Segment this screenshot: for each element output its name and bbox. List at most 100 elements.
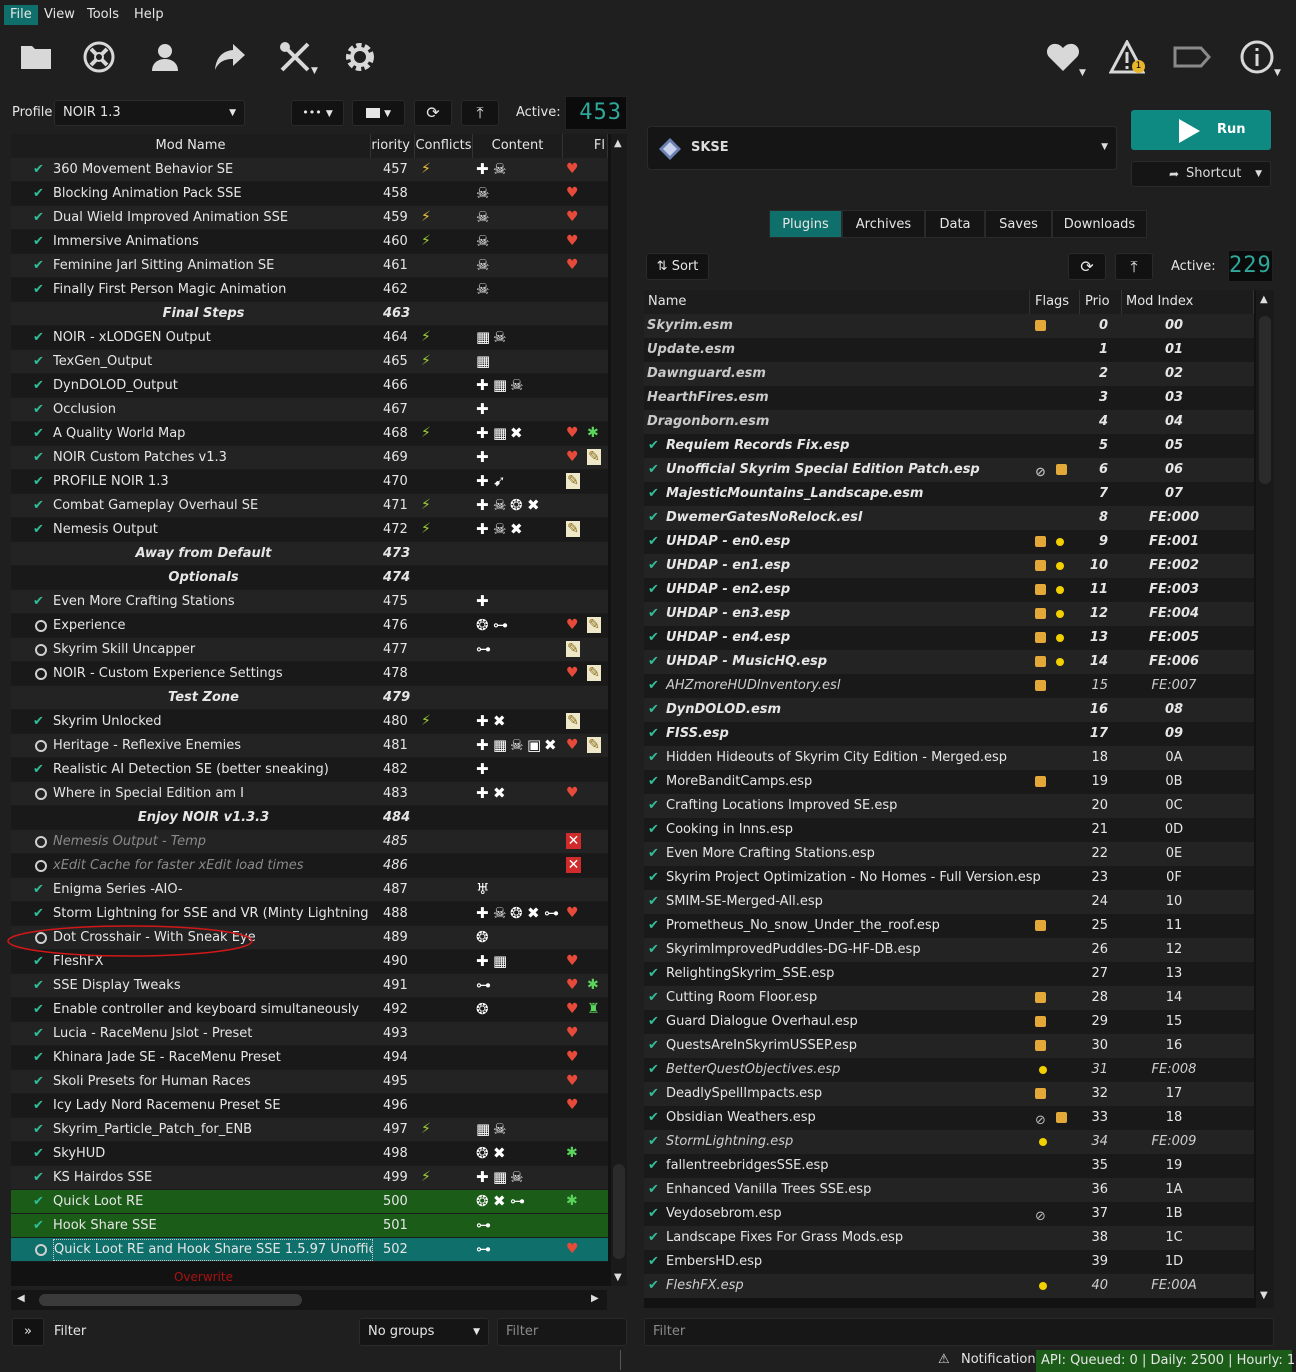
menu-help[interactable]: Help: [128, 5, 170, 25]
arrow-right-icon[interactable]: ▶: [591, 1293, 599, 1304]
separator-row[interactable]: Away from Default 473: [11, 542, 608, 566]
plugin-row[interactable]: ✔ Veydosebrom.esp ⊘ 37 1B: [644, 1202, 1254, 1226]
checkmark-icon[interactable]: ✔: [33, 350, 49, 374]
shortcut-button[interactable]: ➦ Shortcut ▼: [1131, 161, 1271, 187]
checkmark-icon[interactable]: ✔: [648, 986, 659, 1010]
plugin-list-scrollbar[interactable]: ▲ ▼: [1256, 290, 1274, 1308]
checkmark-icon[interactable]: ✔: [33, 974, 49, 998]
plugin-filter-input[interactable]: Filter: [644, 1318, 1274, 1346]
checkmark-icon[interactable]: ✔: [33, 230, 49, 254]
hscroll-thumb[interactable]: [39, 1294, 302, 1306]
scrollbar-thumb[interactable]: [613, 1164, 625, 1259]
checkmark-icon[interactable]: ✔: [648, 1106, 659, 1130]
mod-row[interactable]: ✔ Occlusion 467 ✚: [11, 398, 608, 422]
gear-icon[interactable]: [343, 40, 377, 74]
plugin-row[interactable]: Dragonborn.esm 4 04: [644, 410, 1254, 434]
plugin-row[interactable]: ✔ Requiem Records Fix.esp 5 05: [644, 434, 1254, 458]
checkmark-icon[interactable]: ✔: [648, 1178, 659, 1202]
mod-row[interactable]: ✔ 360 Movement Behavior SE 457 ⚡ ✚ ☠ ♥: [11, 158, 608, 182]
profile-actions-button[interactable]: ••• ▼: [291, 100, 344, 126]
checkmark-icon[interactable]: ✔: [33, 182, 49, 206]
puzzle-icon[interactable]: [82, 40, 116, 74]
mod-row[interactable]: ✔ Even More Crafting Stations 475 ✚: [11, 590, 608, 614]
checkmark-icon[interactable]: ✔: [33, 998, 49, 1022]
checkmark-icon[interactable]: ✔: [648, 434, 659, 458]
plugin-row[interactable]: ✔ Cutting Room Floor.esp 28 14: [644, 986, 1254, 1010]
separator-row[interactable]: Test Zone 479: [11, 686, 608, 710]
col-flags[interactable]: Flags: [1030, 290, 1080, 314]
share-arrow-icon[interactable]: [213, 42, 247, 72]
mod-row[interactable]: ✔ TexGen_Output 465 ⚡ ▦: [11, 350, 608, 374]
arrow-up-icon[interactable]: ▲: [614, 138, 622, 149]
checkmark-icon[interactable]: ✔: [33, 254, 49, 278]
unchecked-circle-icon[interactable]: [35, 644, 47, 656]
plugin-row[interactable]: ✔ SkyrimImprovedPuddles-DG-HF-DB.esp 26 12: [644, 938, 1254, 962]
checkmark-icon[interactable]: ✔: [648, 650, 659, 674]
mod-row[interactable]: ✔ Khinara Jade SE - RaceMenu Preset 494 ♥: [11, 1046, 608, 1070]
mod-row[interactable]: ✔ Skoli Presets for Human Races 495 ♥: [11, 1070, 608, 1094]
plugin-row[interactable]: ✔ DwemerGatesNoRelock.esl 8 FE:000: [644, 506, 1254, 530]
checkmark-icon[interactable]: ✔: [648, 938, 659, 962]
plugin-row[interactable]: ✔ EmbersHD.esp 39 1D: [644, 1250, 1254, 1274]
mod-list[interactable]: Mod Name riority Conflicts Content Fl ✔ 3…: [11, 134, 627, 1286]
plugin-row[interactable]: ✔ Obsidian Weathers.esp ⊘ 33 18: [644, 1106, 1254, 1130]
checkmark-icon[interactable]: ✔: [648, 722, 659, 746]
plugin-row[interactable]: ✔ DynDOLOD.esm 16 08: [644, 698, 1254, 722]
plugin-row[interactable]: Skyrim.esm 0 00: [644, 314, 1254, 338]
arrow-down-icon[interactable]: ▼: [1260, 1290, 1268, 1301]
mod-row[interactable]: Where in Special Edition am I 483 ✚ ✖ ♥: [11, 782, 608, 806]
profile-select[interactable]: NOIR 1.3 ▼: [54, 100, 245, 126]
mod-list-hscroll[interactable]: ◀ ▶: [11, 1290, 607, 1310]
groups-select[interactable]: No groups ▼: [359, 1318, 489, 1346]
unchecked-circle-icon[interactable]: [35, 1244, 47, 1256]
checkmark-icon[interactable]: ✔: [33, 1214, 49, 1238]
arrow-up-icon[interactable]: ▲: [1260, 294, 1268, 305]
plugin-row[interactable]: ✔ Skyrim Project Optimization - No Homes …: [644, 866, 1254, 890]
plugin-row[interactable]: ✔ Enhanced Vanilla Trees SSE.esp 36 1A: [644, 1178, 1254, 1202]
checkmark-icon[interactable]: ✔: [648, 506, 659, 530]
plugin-row[interactable]: ✔ UHDAP - en2.esp 11 FE:003: [644, 578, 1254, 602]
checkmark-icon[interactable]: ✔: [648, 530, 659, 554]
arrow-down-icon[interactable]: ▼: [614, 1272, 622, 1283]
plugin-row[interactable]: ✔ UHDAP - en1.esp 10 FE:002: [644, 554, 1254, 578]
notifications-label[interactable]: Notifications: [961, 1352, 1042, 1367]
col-flags[interactable]: Fl: [563, 134, 608, 158]
checkmark-icon[interactable]: ✔: [648, 578, 659, 602]
plugin-row[interactable]: ✔ fallentreebridgesSSE.esp 35 19: [644, 1154, 1254, 1178]
mod-row[interactable]: ✔ Hook Share SSE 501 ⊶: [11, 1214, 608, 1238]
plugin-row[interactable]: ✔ Crafting Locations Improved SE.esp 20 0C: [644, 794, 1254, 818]
mod-row[interactable]: Nemesis Output - Temp 485 ✕: [11, 830, 608, 854]
checkmark-icon[interactable]: ✔: [648, 818, 659, 842]
checkmark-icon[interactable]: ✔: [33, 758, 49, 782]
tools-icon[interactable]: [278, 40, 312, 74]
checkmark-icon[interactable]: ✔: [648, 458, 659, 482]
plugin-row[interactable]: ✔ Unofficial Skyrim Special Edition Patch…: [644, 458, 1254, 482]
plugin-row[interactable]: ✔ DeadlySpellImpacts.esp 32 17: [644, 1082, 1254, 1106]
mod-row[interactable]: ✔ Skyrim Unlocked 480 ⚡ ✚ ✖ ✎: [11, 710, 608, 734]
plugin-row[interactable]: ✔ MajesticMountains_Landscape.esm 7 07: [644, 482, 1254, 506]
checkmark-icon[interactable]: ✔: [648, 746, 659, 770]
mod-row[interactable]: ✔ Dual Wield Improved Animation SSE 459 ⚡ ☠ ♥: [11, 206, 608, 230]
folder-icon[interactable]: [20, 42, 52, 70]
arrow-left-icon[interactable]: ◀: [17, 1293, 25, 1304]
mod-row[interactable]: ✔ DynDOLOD_Output 466 ✚ ▦ ☠: [11, 374, 608, 398]
checkmark-icon[interactable]: ✔: [648, 794, 659, 818]
checkmark-icon[interactable]: ✔: [648, 1010, 659, 1034]
col-prio[interactable]: Prio: [1080, 290, 1122, 314]
separator-row[interactable]: Enjoy NOIR v1.3.3 484: [11, 806, 608, 830]
mod-row[interactable]: Experience 476 ❂ ⊶ ♥ ✎: [11, 614, 608, 638]
plugin-row[interactable]: Dawnguard.esm 2 02: [644, 362, 1254, 386]
checkmark-icon[interactable]: ✔: [33, 206, 49, 230]
checkmark-icon[interactable]: ✔: [648, 1154, 659, 1178]
checkmark-icon[interactable]: ✔: [33, 1070, 49, 1094]
unchecked-circle-icon[interactable]: [35, 836, 47, 848]
checkmark-icon[interactable]: ✔: [33, 278, 49, 302]
plugin-row[interactable]: ✔ AHZmoreHUDInventory.esl 15 FE:007: [644, 674, 1254, 698]
plugin-row[interactable]: ✔ Guard Dialogue Overhaul.esp 29 15: [644, 1010, 1254, 1034]
checkmark-icon[interactable]: ✔: [33, 494, 49, 518]
plugin-row[interactable]: ✔ Even More Crafting Stations.esp 22 0E: [644, 842, 1254, 866]
mod-row[interactable]: ✔ Finally First Person Magic Animation 462…: [11, 278, 608, 302]
mod-row[interactable]: ✔ SkyHUD 498 ❂ ✖ ✱: [11, 1142, 608, 1166]
scrollbar-thumb[interactable]: [1259, 316, 1271, 484]
plugin-row[interactable]: HearthFires.esm 3 03: [644, 386, 1254, 410]
